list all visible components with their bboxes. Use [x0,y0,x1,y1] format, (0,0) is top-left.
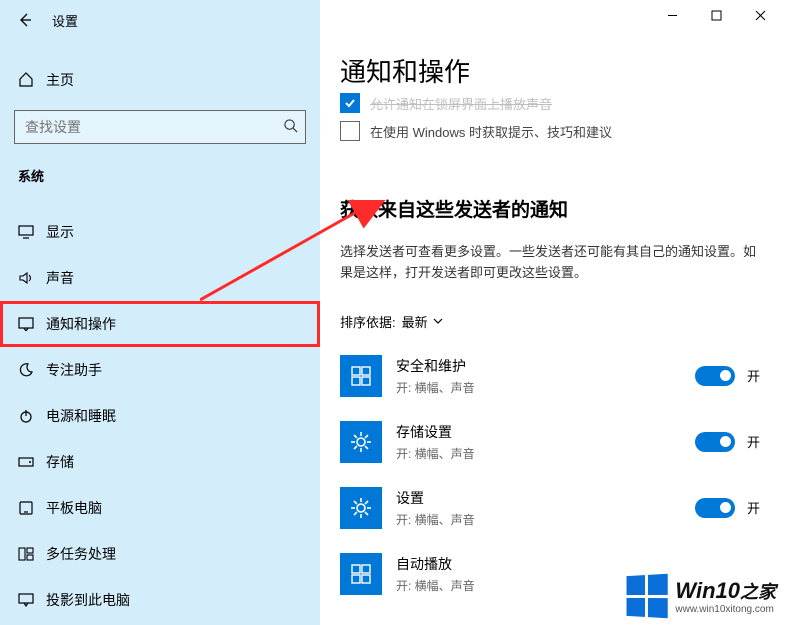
sender-toggle[interactable]: 开 [695,498,760,518]
search-icon [283,118,298,136]
gear-icon [340,421,382,463]
arrow-left-icon [17,12,33,28]
windows-logo-icon [627,574,668,618]
sidebar-item-label: 平板电脑 [46,498,102,518]
sidebar-item-storage[interactable]: 存储 [0,439,320,485]
section-title: 获取来自这些发送者的通知 [340,195,768,222]
sender-toggle[interactable]: 开 [695,366,760,386]
sidebar-item-label: 声音 [46,268,74,288]
back-button[interactable] [8,3,42,37]
sender-row[interactable]: 设置 开: 横幅、声音 开 [340,475,768,541]
window-controls [650,0,782,30]
toggle-label: 开 [747,366,760,385]
sender-name: 自动播放 [396,554,768,574]
sidebar-item-multitask[interactable]: 多任务处理 [0,531,320,577]
sender-toggle[interactable]: 开 [695,432,760,452]
watermark-url: www.win10xitong.com [675,604,776,615]
titlebar: 设置 [0,0,320,40]
sort-row: 排序依据: 最新 [340,312,768,331]
sender-text: 安全和维护 开: 横幅、声音 [396,356,695,396]
sender-text: 设置 开: 横幅、声音 [396,488,695,528]
sidebar-item-tablet[interactable]: 平板电脑 [0,485,320,531]
sidebar-item-label: 投影到此电脑 [46,590,130,610]
sidebar-item-home[interactable]: 主页 [0,60,320,100]
toggle-label: 开 [747,498,760,517]
sender-row[interactable]: 安全和维护 开: 横幅、声音 开 [340,343,768,409]
app-title: 设置 [52,11,78,30]
checkbox-row-2[interactable]: 在使用 Windows 时获取提示、技巧和建议 [340,121,768,141]
page-title: 通知和操作 [340,52,768,89]
sidebar-item-label: 专注助手 [46,360,102,380]
sidebar-item-notifications[interactable]: 通知和操作 [0,301,320,347]
security-icon [340,355,382,397]
sender-row[interactable]: 存储设置 开: 横幅、声音 开 [340,409,768,475]
sidebar-item-sound[interactable]: 声音 [0,255,320,301]
tablet-icon [18,501,46,515]
toggle-on-icon [695,498,735,518]
sidebar-item-label: 显示 [46,222,74,242]
sender-text: 存储设置 开: 横幅、声音 [396,422,695,462]
notification-icon [18,317,46,331]
home-label: 主页 [46,70,74,90]
sidebar-item-label: 电源和睡眠 [46,406,116,426]
checkbox-checked-icon [340,93,360,113]
sort-value: 最新 [402,312,428,331]
sender-sub: 开: 横幅、声音 [396,379,695,396]
section-description: 选择发送者可查看更多设置。一些发送者还可能有其自己的通知设置。如果是这样，打开发… [340,242,768,284]
checkbox-label: 在使用 Windows 时获取提示、技巧和建议 [370,122,612,141]
sidebar-item-display[interactable]: 显示 [0,209,320,255]
toggle-on-icon [695,432,735,452]
category-label: 系统 [0,144,320,195]
sender-name: 设置 [396,488,695,508]
sidebar-item-label: 多任务处理 [46,544,116,564]
chevron-down-icon [432,315,444,327]
checkbox-unchecked-icon [340,121,360,141]
sidebar-item-power[interactable]: 电源和睡眠 [0,393,320,439]
power-icon [18,408,46,424]
multitask-icon [18,547,46,561]
sidebar-item-label: 存储 [46,452,74,472]
sidebar-item-focus[interactable]: 专注助手 [0,347,320,393]
sidebar-menu: 显示 声音 通知和操作 专注助手 电源和睡眠 存储 [0,209,320,623]
sender-name: 安全和维护 [396,356,695,376]
sender-list: 安全和维护 开: 横幅、声音 开 存储设置 开: 横幅、声音 开 [340,343,768,607]
display-icon [18,225,46,239]
toggle-label: 开 [747,432,760,451]
sidebar-item-label: 通知和操作 [46,314,116,334]
content-pane: 通知和操作 允许通知在锁屏界面上播放声音 在使用 Windows 时获取提示、技… [320,0,788,625]
watermark: Win10之家 www.win10xitong.com [625,575,776,617]
checkbox-row-1[interactable]: 允许通知在锁屏界面上播放声音 [340,93,768,113]
sender-sub: 开: 横幅、声音 [396,445,695,462]
watermark-brand: Win10 [675,578,740,603]
sound-icon [18,271,46,285]
gear-icon [340,487,382,529]
checkbox-label: 允许通知在锁屏界面上播放声音 [370,94,552,113]
maximize-button[interactable] [694,0,738,30]
close-button[interactable] [738,0,782,30]
sidebar: 设置 主页 系统 显示 声音 通知 [0,0,320,625]
sender-sub: 开: 横幅、声音 [396,511,695,528]
moon-icon [18,362,46,378]
search-field[interactable] [14,110,306,144]
home-icon [18,71,46,90]
autoplay-icon [340,553,382,595]
sort-label: 排序依据: [340,312,396,331]
minimize-button[interactable] [650,0,694,30]
toggle-on-icon [695,366,735,386]
sidebar-item-projecting[interactable]: 投影到此电脑 [0,577,320,623]
storage-icon [18,456,46,468]
search-input[interactable] [14,110,306,144]
project-icon [18,593,46,607]
watermark-suffix: 之家 [740,582,776,602]
sort-dropdown[interactable]: 最新 [402,312,444,331]
sender-name: 存储设置 [396,422,695,442]
